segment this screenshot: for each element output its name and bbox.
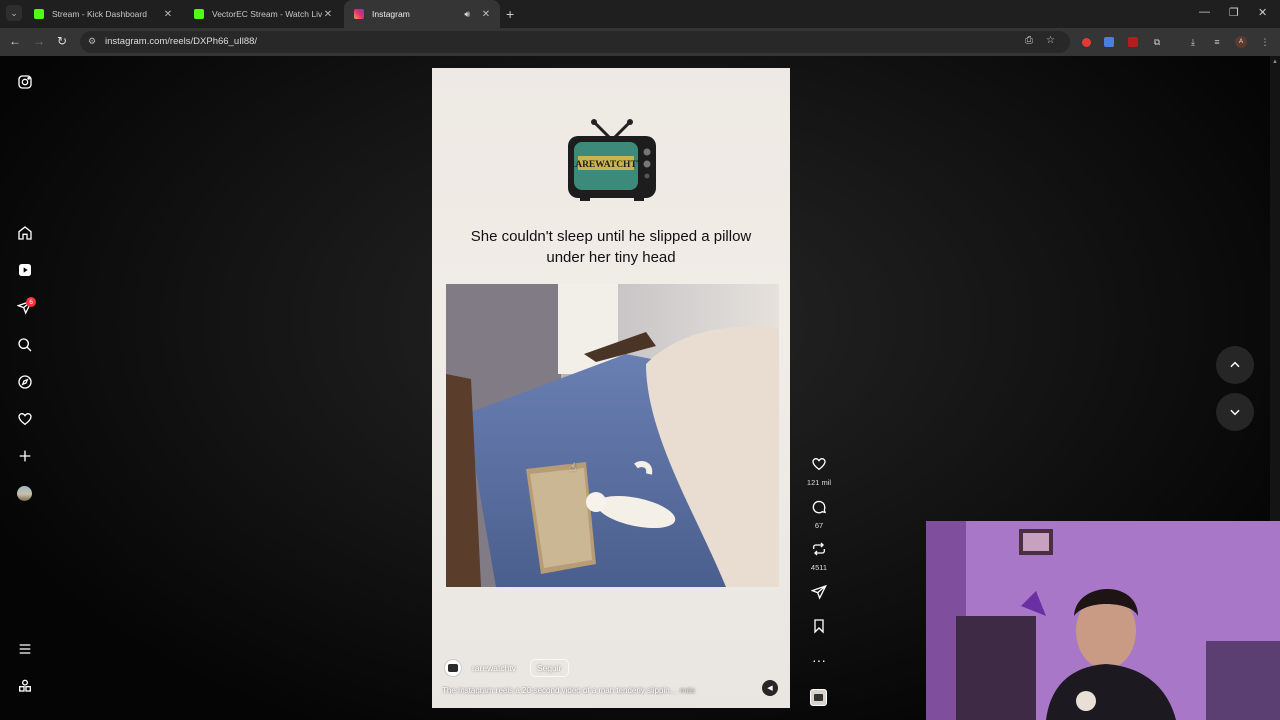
translate-extension-icon[interactable] [1103,36,1115,48]
tab-audio-icon[interactable]: 🔊︎ [464,9,470,20]
bookmark-star-icon[interactable]: ☆ [1046,35,1055,46]
author-row: rarewatchtv Seguir [444,658,569,678]
profile-avatar[interactable] [17,486,32,501]
rarewatchtv-logo: RAREWATCHTV [566,110,658,202]
comment-action[interactable]: 67 [806,499,832,530]
browser-toolbar: ← → ↻ ⚙ instagram.com/reels/DXPh66_uIl88… [0,28,1280,56]
kick-favicon-icon [34,9,44,19]
more-link[interactable]: más [680,686,695,695]
url-text[interactable]: instagram.com/reels/DXPh66_uIl88/ [105,36,257,47]
kick-favicon-icon [194,9,204,19]
audio-toggle-icon[interactable]: ◀︎ [762,680,778,696]
browser-tab-bar: ⌄ Stream - Kick Dashboard ✕ VectorEC Str… [0,0,1280,28]
more-menu-icon[interactable] [16,640,34,658]
author-avatar[interactable] [444,659,462,677]
media-control-icon[interactable]: ≡ [1211,36,1223,48]
original-audio-thumbnail[interactable] [810,689,827,706]
close-window-icon[interactable]: ✕ [1258,6,1267,19]
repost-action[interactable]: 4511 [806,541,832,572]
explore-icon[interactable] [16,373,34,391]
reel-description[interactable]: The Instagram reels a 20-second video of… [442,686,742,695]
install-app-icon[interactable]: ⎙ [1025,35,1033,46]
logo-text: RAREWATCHTV [568,160,643,170]
downloads-icon[interactable]: ⤓ [1187,36,1199,48]
profile-avatar-icon[interactable]: A [1235,36,1247,48]
instagram-logo-icon[interactable] [16,73,34,91]
comment-count: 67 [814,521,824,530]
tab-search-chevron-icon[interactable]: ⌄ [6,5,22,21]
also-from-meta-icon[interactable] [16,677,34,695]
heart-icon [812,457,826,471]
reel-card[interactable]: RAREWATCHTV She couldn't sleep until he … [432,68,790,708]
messages-badge: 6 [26,297,36,307]
share-action[interactable] [806,584,832,605]
like-count: 121 mil [806,478,832,487]
description-text: The Instagram reels a 20-second video of… [442,686,678,695]
save-action[interactable] [806,618,832,639]
reel-caption: She couldn't sleep until he slipped a pi… [470,228,752,266]
new-tab-button[interactable]: + [506,6,514,22]
close-tab-icon[interactable]: ✕ [162,9,174,20]
share-icon [810,584,827,600]
forward-icon[interactable]: → [33,34,45,48]
extension-red-icon[interactable] [1080,36,1092,48]
previous-reel-button[interactable] [1216,346,1254,384]
follow-button[interactable]: Seguir [529,659,569,677]
bookmark-icon [814,619,824,634]
next-reel-button[interactable] [1216,393,1254,431]
reel-video[interactable] [446,284,779,587]
more-options-icon[interactable]: ··· [806,652,832,668]
extensions-puzzle-icon[interactable]: ⧉ [1151,36,1163,48]
repost-icon [813,542,825,556]
comment-icon [812,500,826,514]
home-icon[interactable] [16,224,34,242]
minimize-icon[interactable]: — [1199,6,1210,18]
tab-vectorec-stream[interactable]: VectorEC Stream - Watch Live o ✕ [184,0,342,28]
tab-instagram[interactable]: Instagram 🔊︎ ✕ [344,0,500,28]
back-icon[interactable]: ← [9,34,21,48]
chevron-down-icon [1230,409,1240,416]
repost-count: 4511 [810,563,828,572]
mouse-cursor: ☝︎ [569,460,577,474]
restore-icon[interactable]: ❐ [1229,6,1239,19]
reels-icon[interactable] [16,261,34,279]
browser-menu-icon[interactable]: ⋮ [1259,36,1271,48]
notifications-heart-icon[interactable] [16,410,34,428]
search-icon[interactable] [16,336,34,354]
webcam-overlay [926,521,1280,720]
author-username[interactable]: rarewatchtv [472,663,516,673]
create-plus-icon[interactable] [16,447,34,465]
address-bar[interactable]: ⚙ instagram.com/reels/DXPh66_uIl88/ ⎙ ☆ [80,31,1070,53]
site-info-icon[interactable]: ⚙ [88,36,96,47]
like-action[interactable]: 121 mil [806,456,832,487]
close-tab-icon[interactable]: ✕ [480,9,492,20]
chevron-up-icon [1230,361,1240,368]
extension-badge-icon[interactable] [1127,36,1139,48]
instagram-favicon-icon [354,9,364,19]
close-tab-icon[interactable]: ✕ [322,9,334,20]
reload-icon[interactable]: ↻ [57,34,67,48]
tab-kick-dashboard[interactable]: Stream - Kick Dashboard ✕ [24,0,182,28]
instagram-reels-page: ▲ 6 RAREWATCHTV She couldn't sleep until… [0,56,1280,720]
